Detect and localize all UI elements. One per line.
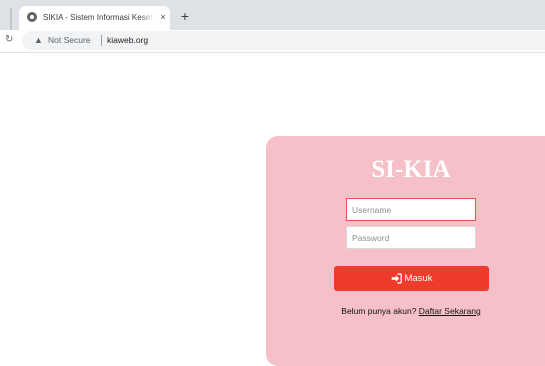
- login-button-label: Masuk: [404, 273, 433, 284]
- address-separator: [101, 35, 102, 46]
- address-bar[interactable]: ▲ Not Secure kiaweb.org: [22, 31, 545, 50]
- close-tab-icon[interactable]: ×: [158, 11, 168, 23]
- browser-tab-bar: SIKIA - Sistem Informasi Kesehatan × +: [0, 0, 545, 30]
- security-status[interactable]: Not Secure: [48, 35, 91, 46]
- sign-in-icon: [391, 273, 402, 284]
- url-text[interactable]: kiaweb.org: [107, 35, 148, 46]
- reload-icon[interactable]: ↻: [5, 33, 13, 47]
- browser-toolbar: ↻ ▲ Not Secure kiaweb.org: [0, 30, 545, 53]
- tab-strip-edge: [10, 8, 12, 30]
- register-prompt: Belum punya akun?: [341, 306, 417, 316]
- username-input[interactable]: [346, 198, 476, 221]
- login-button[interactable]: Masuk: [334, 266, 489, 291]
- new-tab-button[interactable]: +: [178, 9, 192, 23]
- app-title: SI-KIA: [371, 156, 451, 183]
- register-prompt-line: Belum punya akun? Daftar Sekarang: [266, 305, 545, 317]
- warning-triangle-icon: ▲: [34, 35, 43, 45]
- tab-title: SIKIA - Sistem Informasi Kesehatan: [43, 13, 154, 22]
- register-link[interactable]: Daftar Sekarang: [419, 306, 481, 316]
- login-card: SI-KIA Masuk Belum punya akun? Daftar Se…: [266, 136, 545, 366]
- browser-tab[interactable]: SIKIA - Sistem Informasi Kesehatan ×: [19, 6, 170, 30]
- globe-icon: [27, 12, 37, 22]
- password-input[interactable]: [346, 226, 476, 249]
